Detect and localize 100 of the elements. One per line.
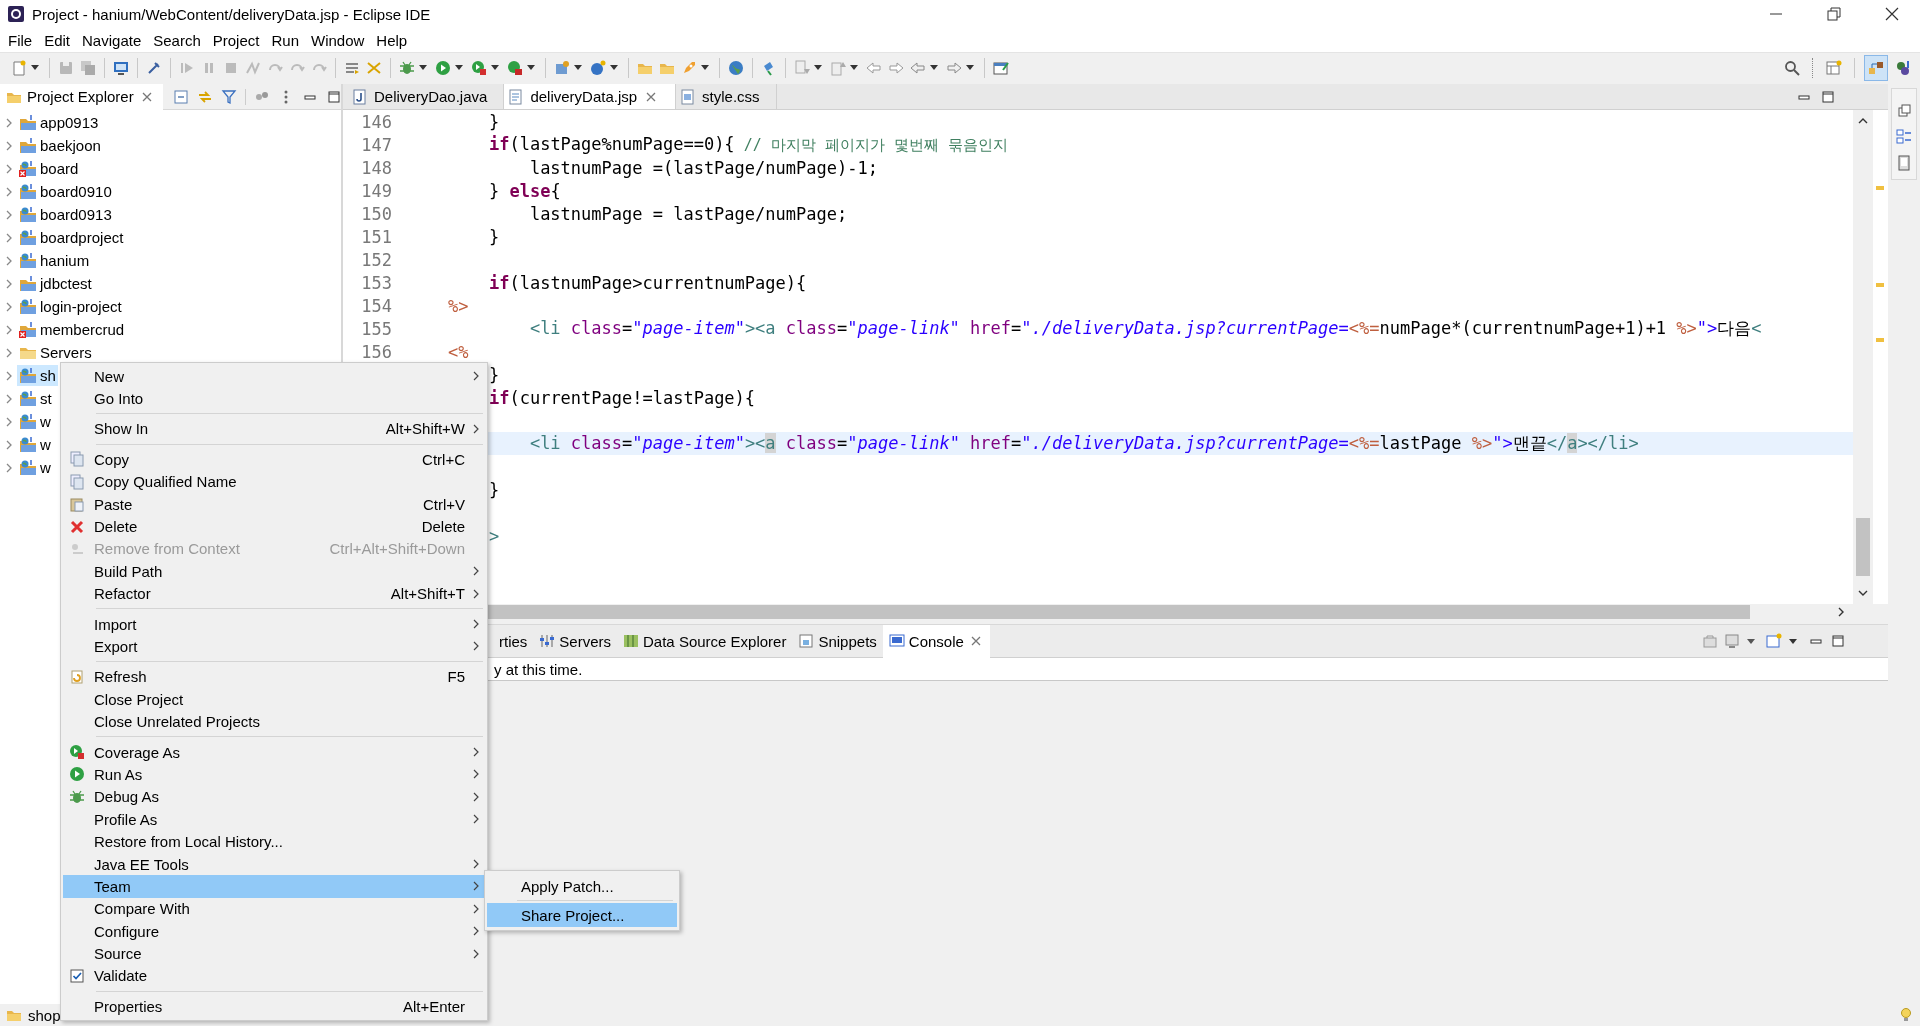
tree-item[interactable]: board0910 xyxy=(17,181,114,202)
search-icon[interactable] xyxy=(1784,59,1800,76)
filter-icon[interactable] xyxy=(220,88,237,105)
menu-item[interactable]: Close Project xyxy=(63,688,485,711)
overview-marker[interactable] xyxy=(1876,338,1884,342)
menu-bar-item[interactable]: Edit xyxy=(38,31,77,49)
menu-item[interactable]: Copy Qualified Name xyxy=(63,470,485,493)
menu-item[interactable]: Properties Alt+Enter xyxy=(63,995,485,1018)
monitor-icon[interactable] xyxy=(113,59,129,76)
scroll-thumb[interactable] xyxy=(488,605,1750,619)
menu-item[interactable]: Validate xyxy=(63,964,485,988)
dropdown-caret-icon[interactable] xyxy=(527,65,535,70)
back-icon[interactable] xyxy=(866,59,882,76)
checkbox[interactable] xyxy=(69,967,85,984)
view-tab[interactable]: Snippets xyxy=(792,624,883,658)
tree-item[interactable]: baekjoon xyxy=(17,135,103,156)
maximize-icon[interactable] xyxy=(325,88,342,105)
menu-item[interactable]: Copy Ctrl+C xyxy=(63,448,485,471)
tree-item[interactable]: w xyxy=(17,434,53,455)
globe-icon[interactable] xyxy=(728,59,744,76)
menu-item[interactable]: Paste Ctrl+V xyxy=(63,492,485,516)
tree-item[interactable]: boardproject xyxy=(17,227,126,248)
tool-run-icon[interactable] xyxy=(507,59,523,76)
maximize-icon[interactable] xyxy=(1820,88,1836,105)
menu-bar-item[interactable]: Search xyxy=(147,31,207,49)
menu-item[interactable]: Run As xyxy=(63,763,485,786)
tree-item[interactable]: board xyxy=(17,158,81,179)
close-icon[interactable] xyxy=(1884,6,1900,22)
dropdown-caret-icon[interactable] xyxy=(31,65,39,70)
perspective-icon[interactable] xyxy=(1895,59,1911,76)
menu-item[interactable]: Refresh F5 xyxy=(63,665,485,689)
tree-item[interactable]: st xyxy=(17,388,54,409)
menu-item[interactable]: Configure xyxy=(63,920,485,943)
menu-item[interactable]: New xyxy=(63,365,485,388)
view-tab[interactable]: Data Source Explorer xyxy=(617,624,793,658)
lightbulb-icon[interactable] xyxy=(1898,1007,1914,1023)
menu-item[interactable]: Show In Alt+Shift+W xyxy=(63,417,485,441)
menu-item[interactable]: Import xyxy=(63,612,485,636)
tree-item[interactable]: w xyxy=(17,457,53,478)
dropdown-caret-icon[interactable] xyxy=(850,65,858,70)
menu-item[interactable]: Java EE Tools xyxy=(63,852,485,876)
menu-item[interactable]: Build Path xyxy=(63,560,485,583)
overview-marker[interactable] xyxy=(1876,283,1884,287)
collapse-all-icon[interactable] xyxy=(172,88,189,105)
tree-item[interactable]: Servers xyxy=(17,342,94,363)
menu-bar-item[interactable]: Run xyxy=(265,31,305,49)
menu-bar-item[interactable]: File xyxy=(2,31,39,49)
forward-icon[interactable] xyxy=(888,59,904,76)
crossed-arrows-icon[interactable] xyxy=(366,59,382,76)
dropdown-caret-icon[interactable] xyxy=(930,65,938,70)
menu-item[interactable]: Restore from Local History... xyxy=(63,830,485,853)
link-icon[interactable] xyxy=(196,88,213,105)
menu-item[interactable]: Compare With xyxy=(63,897,485,920)
menu-item[interactable]: Team xyxy=(63,875,485,898)
overview-marker[interactable] xyxy=(1876,186,1884,190)
menu-item[interactable]: Source xyxy=(63,942,485,965)
view-tab[interactable]: Servers xyxy=(533,624,618,658)
perspective-icon[interactable] xyxy=(1868,59,1884,76)
dropdown-caret-icon[interactable] xyxy=(814,65,822,70)
pin-icon[interactable] xyxy=(146,59,162,76)
editor-tab[interactable]: deliveryData.jsp xyxy=(504,84,677,109)
dropdown-caret-icon[interactable] xyxy=(1789,638,1797,644)
class-icon[interactable] xyxy=(590,59,606,76)
tree-item[interactable]: jdbctest xyxy=(17,273,94,294)
vertical-scrollbar[interactable] xyxy=(1853,110,1873,604)
scroll-up-icon[interactable] xyxy=(1858,118,1868,124)
dropdown-caret-icon[interactable] xyxy=(455,65,463,70)
menu-item[interactable]: Export xyxy=(63,635,485,658)
menu-item[interactable]: Profile As xyxy=(63,808,485,831)
dropdown-caret-icon[interactable] xyxy=(701,65,709,70)
menu-bar-item[interactable]: Navigate xyxy=(76,31,148,49)
menu-item[interactable]: Apply Patch... xyxy=(487,874,677,898)
editor-tab[interactable]: style.css xyxy=(676,84,777,109)
menu-item[interactable]: Share Project... xyxy=(487,903,677,927)
open-perspective-icon[interactable] xyxy=(1826,59,1842,76)
dropdown-caret-icon[interactable] xyxy=(419,65,427,70)
save-all-icon[interactable] xyxy=(80,59,96,76)
tree-item[interactable]: board0913 xyxy=(17,204,114,225)
dropdown-caret-icon[interactable] xyxy=(610,65,618,70)
outline-icon[interactable] xyxy=(1896,129,1912,145)
tree-item[interactable]: login-project xyxy=(17,296,124,317)
menu-item[interactable]: Delete Delete xyxy=(63,515,485,538)
menu-bar-item[interactable]: Window xyxy=(305,31,371,49)
menu-item[interactable]: Debug As xyxy=(63,785,485,809)
menu-item[interactable]: Coverage As xyxy=(63,740,485,764)
editor-tab[interactable]: DeliveryDao.java xyxy=(348,84,505,109)
menu-bar-item[interactable]: Project xyxy=(206,31,266,49)
task-list-icon[interactable] xyxy=(1896,155,1912,171)
dropdown-caret-icon[interactable] xyxy=(491,65,499,70)
dropdown-caret-icon[interactable] xyxy=(574,65,582,70)
restore-icon[interactable] xyxy=(1826,6,1842,22)
dropdown-caret-icon[interactable] xyxy=(966,65,974,70)
scroll-thumb[interactable] xyxy=(1856,518,1870,576)
scroll-down-icon[interactable] xyxy=(1858,590,1868,596)
new-console-icon[interactable] xyxy=(1766,633,1782,649)
view-tab[interactable]: rties xyxy=(493,624,534,658)
tree-item[interactable]: w xyxy=(17,411,53,432)
scroll-right-icon[interactable] xyxy=(1838,607,1844,617)
tree-item[interactable]: hanium xyxy=(17,250,92,271)
lock-icon[interactable] xyxy=(1702,633,1718,649)
